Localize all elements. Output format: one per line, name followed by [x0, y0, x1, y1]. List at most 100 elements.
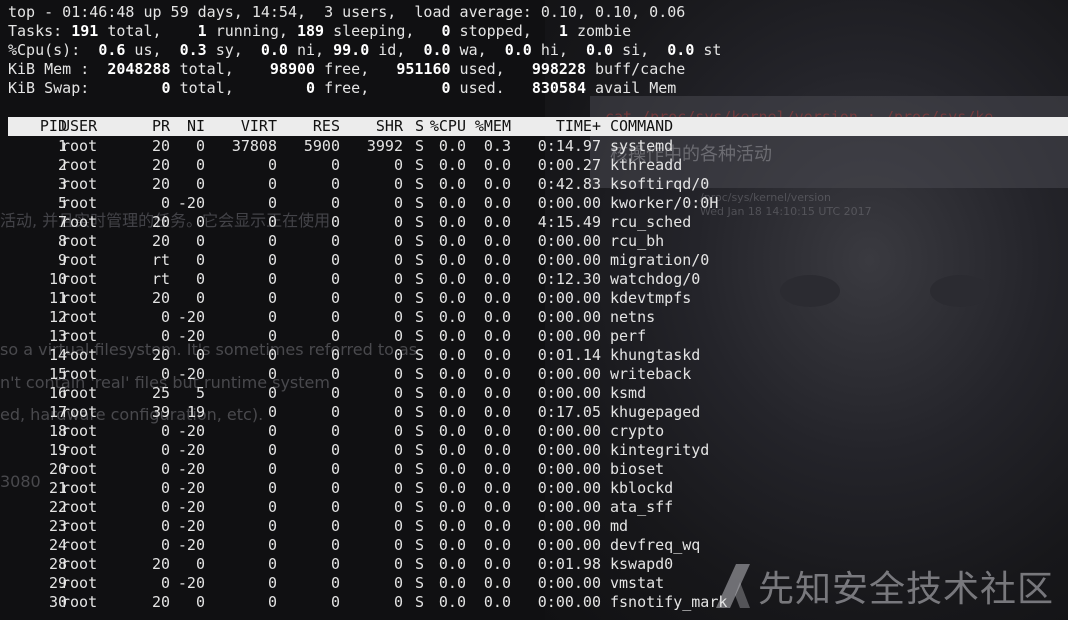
column-header-user[interactable]: USER: [61, 117, 141, 136]
priority-cell: 0: [160, 574, 170, 592]
mem-cell: 0.0: [483, 498, 511, 516]
process-row[interactable]: 16 root 25 5 0 0 0 S 0.0 0.0 0:00.00 ksmd: [0, 384, 1068, 403]
process-row[interactable]: 2 root 20 0 0 0 0 S 0.0 0.0 0:00.27 kthreadd: [0, 156, 1068, 175]
process-row[interactable]: 5 root 0 -20 0 0 0 S 0.0 0.0 0:00.00 kworker/0:0H: [0, 194, 1068, 213]
mem-cell: 0.0: [483, 422, 511, 440]
column-header-pid[interactable]: PID: [8, 117, 67, 136]
res-cell: 0: [330, 194, 340, 212]
nice-cell: 0: [195, 232, 205, 250]
user-cell: root: [61, 422, 98, 440]
command-cell: kworker/0:0H: [610, 194, 719, 212]
top-output: top - 01:46:48 up 59 days, 14:54, 3 user…: [0, 0, 1068, 620]
priority-cell: 0: [160, 460, 170, 478]
column-header-mem[interactable]: %MEM: [466, 117, 511, 136]
process-row[interactable]: 20 root 0 -20 0 0 0 S 0.0 0.0 0:00.00 bioset: [0, 460, 1068, 479]
cpu-cell: 0.0: [438, 422, 466, 440]
process-row[interactable]: 18 root 0 -20 0 0 0 S 0.0 0.0 0:00.00 crypto: [0, 422, 1068, 441]
tasks-sleeping: 189: [297, 22, 325, 40]
uptime-line: top - 01:46:48 up 59 days, 14:54, 3 user…: [8, 3, 686, 21]
process-row[interactable]: 24 root 0 -20 0 0 0 S 0.0 0.0 0:00.00 devfreq_wq: [0, 536, 1068, 555]
res-cell: 0: [330, 346, 340, 364]
nice-cell: -20: [177, 441, 205, 459]
swap-avail-mem: 830584: [531, 79, 586, 97]
cpu-cell: 0.0: [438, 555, 466, 573]
process-row[interactable]: 8 root 20 0 0 0 0 S 0.0 0.0 0:00.00 rcu_bh: [0, 232, 1068, 251]
cpu-cell: 0.0: [438, 460, 466, 478]
column-header-virt[interactable]: VIRT: [205, 117, 277, 136]
shr-cell: 0: [393, 517, 403, 535]
process-row[interactable]: 9 root rt 0 0 0 0 S 0.0 0.0 0:00.00 migration/0: [0, 251, 1068, 270]
command-cell: perf: [610, 327, 647, 345]
user-cell: root: [61, 403, 98, 421]
mem-cell: 0.0: [483, 346, 511, 364]
cpu-id: 99.0: [333, 41, 370, 59]
process-row[interactable]: 13 root 0 -20 0 0 0 S 0.0 0.0 0:00.00 perf: [0, 327, 1068, 346]
shr-cell: 0: [393, 384, 403, 402]
res-cell: 0: [330, 555, 340, 573]
tasks-total: 191: [71, 22, 99, 40]
column-header-shr[interactable]: SHR: [340, 117, 403, 136]
res-cell: 0: [330, 536, 340, 554]
priority-cell: 0: [160, 441, 170, 459]
process-row[interactable]: 23 root 0 -20 0 0 0 S 0.0 0.0 0:00.00 md: [0, 517, 1068, 536]
shr-cell: 0: [393, 194, 403, 212]
column-header-cpu[interactable]: %CPU: [422, 117, 466, 136]
process-row[interactable]: 28 root 20 0 0 0 0 S 0.0 0.0 0:01.98 kswapd0: [0, 555, 1068, 574]
pid-cell: 2: [57, 156, 67, 174]
virt-cell: 0: [267, 365, 277, 383]
column-header-command[interactable]: COMMAND: [610, 117, 1060, 136]
process-row[interactable]: 15 root 0 -20 0 0 0 S 0.0 0.0 0:00.00 writeback: [0, 365, 1068, 384]
pid-cell: 12: [48, 308, 67, 326]
virt-cell: 0: [267, 251, 277, 269]
process-row[interactable]: 19 root 0 -20 0 0 0 S 0.0 0.0 0:00.00 kintegrityd: [0, 441, 1068, 460]
user-cell: root: [61, 441, 98, 459]
process-row[interactable]: 1 root 20 0 37808 5900 3992 S 0.0 0.3 0:14.97 syste…: [0, 137, 1068, 156]
process-row[interactable]: 12 root 0 -20 0 0 0 S 0.0 0.0 0:00.00 netns: [0, 308, 1068, 327]
column-header-time[interactable]: TIME+: [511, 117, 601, 136]
time-cell: 0:00.00: [537, 384, 601, 402]
process-row[interactable]: 11 root 20 0 0 0 0 S 0.0 0.0 0:00.00 kdevtmpfs: [0, 289, 1068, 308]
res-cell: 0: [330, 384, 340, 402]
process-row[interactable]: 14 root 20 0 0 0 0 S 0.0 0.0 0:01.14 khungtaskd: [0, 346, 1068, 365]
mem-cell: 0.3: [483, 137, 511, 155]
column-header-res[interactable]: RES: [277, 117, 340, 136]
process-row[interactable]: 7 root 20 0 0 0 0 S 0.0 0.0 4:15.49 rcu_sched: [0, 213, 1068, 232]
user-cell: root: [61, 156, 98, 174]
priority-cell: 0: [160, 422, 170, 440]
nice-cell: -20: [177, 574, 205, 592]
cpu-cell: 0.0: [438, 593, 466, 611]
nice-cell: 0: [195, 346, 205, 364]
priority-cell: 20: [151, 137, 170, 155]
terminal-screen[interactable]: cat /proc/sys/kernel/version ; /proc/sys…: [0, 0, 1068, 620]
virt-cell: 0: [267, 441, 277, 459]
shr-cell: 0: [393, 213, 403, 231]
cpu-us: 0.6: [98, 41, 126, 59]
time-cell: 0:00.00: [537, 422, 601, 440]
user-cell: root: [61, 555, 98, 573]
priority-cell: 0: [160, 327, 170, 345]
command-cell: bioset: [610, 460, 665, 478]
time-cell: 0:00.00: [537, 251, 601, 269]
process-row[interactable]: 30 root 20 0 0 0 0 S 0.0 0.0 0:00.00 fsnotify_mark: [0, 593, 1068, 612]
virt-cell: 0: [267, 156, 277, 174]
pid-cell: 18: [48, 422, 67, 440]
time-cell: 0:14.97: [537, 137, 601, 155]
process-row[interactable]: 29 root 0 -20 0 0 0 S 0.0 0.0 0:00.00 vmstat: [0, 574, 1068, 593]
cpu-cell: 0.0: [438, 289, 466, 307]
cpu-st: 0.0: [667, 41, 695, 59]
process-row[interactable]: 10 root rt 0 0 0 0 S 0.0 0.0 0:12.30 watchdog/0: [0, 270, 1068, 289]
command-cell: ata_sff: [610, 498, 674, 516]
priority-cell: 0: [160, 517, 170, 535]
process-row[interactable]: 21 root 0 -20 0 0 0 S 0.0 0.0 0:00.00 kblockd: [0, 479, 1068, 498]
nice-cell: 0: [195, 289, 205, 307]
user-cell: root: [61, 384, 98, 402]
res-cell: 5900: [303, 137, 340, 155]
process-row[interactable]: 17 root 39 19 0 0 0 S 0.0 0.0 0:17.05 khugepaged: [0, 403, 1068, 422]
pid-cell: 7: [57, 213, 67, 231]
column-header-ni[interactable]: NI: [172, 117, 205, 136]
column-header-pr[interactable]: PR: [141, 117, 170, 136]
mem-cell: 0.0: [483, 593, 511, 611]
process-row[interactable]: 3 root 20 0 0 0 0 S 0.0 0.0 0:42.83 ksoftirqd/0: [0, 175, 1068, 194]
process-row[interactable]: 22 root 0 -20 0 0 0 S 0.0 0.0 0:00.00 ata_sff: [0, 498, 1068, 517]
cpu-wa: 0.0: [423, 41, 451, 59]
